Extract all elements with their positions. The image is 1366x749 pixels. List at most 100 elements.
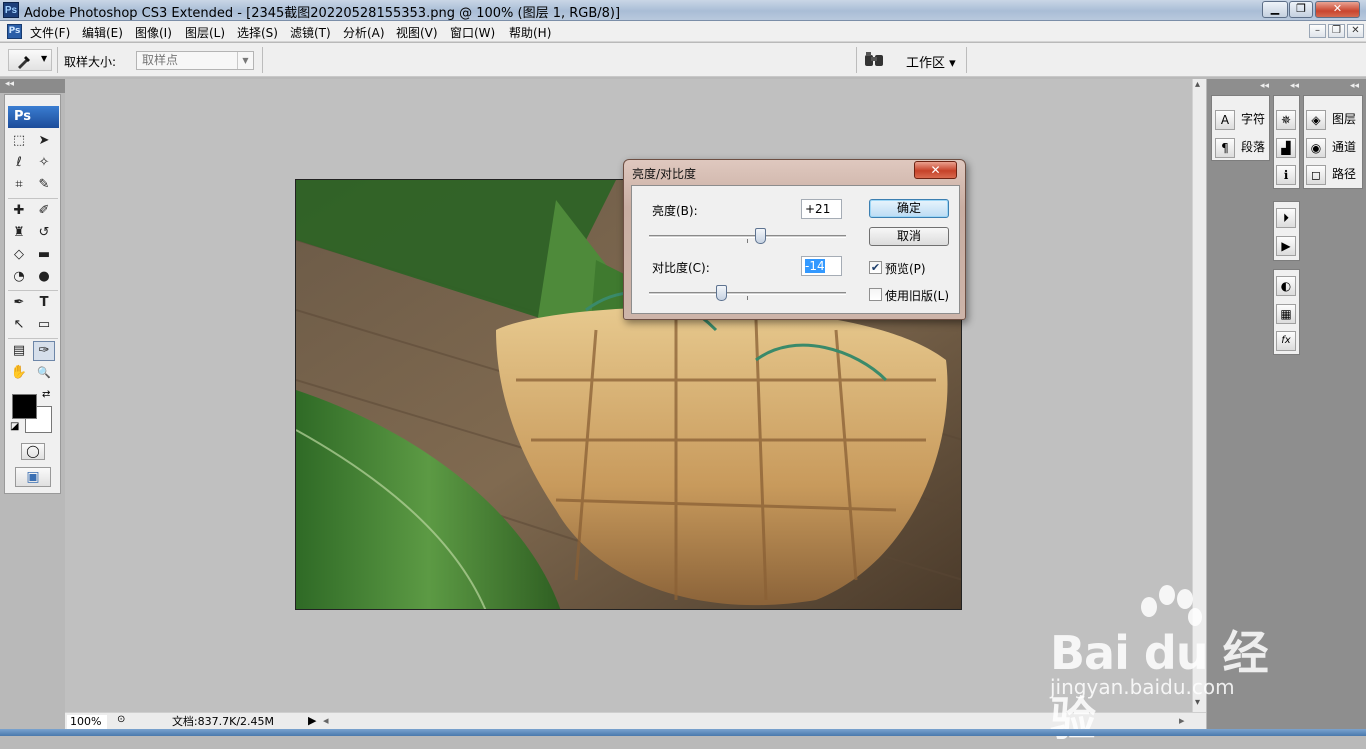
- window-title: Adobe Photoshop CS3 Extended - [2345截图20…: [24, 6, 621, 21]
- navigator-panel-button[interactable]: ✵: [1276, 108, 1302, 130]
- magic-wand-tool-icon[interactable]: ✧: [33, 153, 55, 173]
- cancel-button[interactable]: 取消: [869, 227, 949, 246]
- zoom-tool-icon[interactable]: 🔍: [33, 363, 55, 383]
- path-selection-tool-icon[interactable]: ↖: [8, 315, 30, 335]
- paths-panel-button[interactable]: ◻ 路径: [1306, 163, 1356, 185]
- brightness-value: +21: [805, 202, 831, 216]
- info-icon: ℹ: [1276, 164, 1296, 185]
- menu-window[interactable]: 窗口(W): [450, 24, 495, 41]
- pen-tool-icon[interactable]: ✒: [8, 293, 30, 313]
- workspace-menu[interactable]: 工作区 ▾: [906, 52, 956, 71]
- eyedropper-tool-icon[interactable]: ✑: [33, 341, 55, 361]
- minimize-window-button[interactable]: ▁: [1262, 1, 1288, 18]
- contrast-slider-track[interactable]: [649, 292, 846, 295]
- document-restore-button[interactable]: ❐: [1328, 24, 1345, 38]
- use-legacy-checkbox[interactable]: [869, 288, 882, 301]
- brush-tool-icon[interactable]: ✐: [33, 201, 55, 221]
- brightness-input[interactable]: +21: [801, 199, 842, 219]
- contrast-label: 对比度(C):: [652, 261, 710, 275]
- hand-tool-icon[interactable]: ✋: [8, 363, 30, 383]
- history-icon: ⏵: [1276, 207, 1296, 228]
- preview-checkbox[interactable]: ✔: [869, 261, 882, 274]
- collapse-icon[interactable]: ◂◂: [1260, 81, 1269, 91]
- contrast-slider-thumb[interactable]: [715, 285, 727, 301]
- crop-tool-icon[interactable]: ⌗: [8, 175, 30, 195]
- preview-label: 预览(P): [885, 262, 926, 276]
- paragraph-panel-button[interactable]: ¶ 段落: [1215, 136, 1265, 158]
- brightness-slider-track[interactable]: [649, 235, 846, 238]
- dialog-title: 亮度/对比度: [632, 167, 697, 181]
- history-brush-tool-icon[interactable]: ↺: [33, 223, 55, 243]
- styles-icon: fx: [1276, 330, 1296, 351]
- quick-mask-icon[interactable]: ◯: [21, 443, 45, 460]
- menu-image[interactable]: 图像(I): [135, 24, 172, 41]
- sample-size-label: 取样大小:: [64, 55, 117, 69]
- channels-panel-button[interactable]: ◉ 通道: [1306, 136, 1356, 158]
- toolbox-header[interactable]: ◂◂: [0, 79, 65, 93]
- ok-button[interactable]: 确定: [869, 199, 949, 218]
- collapse-icon[interactable]: ◂◂: [1350, 81, 1359, 91]
- blur-tool-icon[interactable]: ◔: [8, 267, 30, 287]
- character-panel-button[interactable]: A 字符: [1215, 108, 1265, 130]
- menu-view[interactable]: 视图(V): [396, 24, 438, 41]
- chevron-down-icon: ▼: [237, 52, 253, 69]
- info-panel-button[interactable]: ℹ: [1276, 163, 1302, 185]
- menu-filter[interactable]: 滤镜(T): [290, 24, 331, 41]
- healing-tool-icon[interactable]: ✚: [8, 201, 30, 221]
- marquee-tool-icon[interactable]: ⬚: [8, 131, 30, 151]
- slider-center-tick: [747, 239, 748, 243]
- scroll-up-icon[interactable]: ▴: [1195, 79, 1200, 90]
- swatches-icon: ▦: [1276, 303, 1296, 324]
- menu-file[interactable]: 文件(F): [30, 24, 70, 41]
- document-icon[interactable]: Ps: [7, 24, 22, 39]
- menu-analysis[interactable]: 分析(A): [343, 24, 385, 41]
- styles-panel-button[interactable]: fx: [1276, 329, 1302, 351]
- gradient-tool-icon[interactable]: ▬: [33, 245, 55, 265]
- binoculars-icon[interactable]: [863, 51, 887, 69]
- eraser-tool-icon[interactable]: ◇: [8, 245, 30, 265]
- brightness-slider-thumb[interactable]: [755, 228, 767, 244]
- menu-help[interactable]: 帮助(H): [509, 24, 551, 41]
- divider: [856, 47, 857, 73]
- zoom-icon[interactable]: ⊙: [117, 714, 125, 725]
- shape-tool-icon[interactable]: ▭: [33, 315, 55, 335]
- menu-select[interactable]: 选择(S): [237, 24, 278, 41]
- contrast-input[interactable]: -14: [801, 256, 842, 276]
- notes-tool-icon[interactable]: ▤: [8, 341, 30, 361]
- menu-edit[interactable]: 编辑(E): [82, 24, 123, 41]
- status-menu-arrow-icon[interactable]: ▶: [308, 714, 316, 727]
- close-window-button[interactable]: ✕: [1315, 1, 1360, 18]
- zoom-level-field[interactable]: 100%: [67, 715, 107, 729]
- scroll-left-icon[interactable]: ◂: [323, 714, 329, 727]
- screen-mode-icon[interactable]: ▣: [15, 467, 51, 487]
- dialog-close-button[interactable]: ✕: [914, 161, 957, 179]
- sample-size-dropdown[interactable]: 取样点 ▼: [136, 51, 254, 70]
- swap-colors-icon[interactable]: ⇄: [42, 389, 50, 400]
- move-tool-icon[interactable]: ➤: [33, 131, 55, 151]
- slice-tool-icon[interactable]: ✎: [33, 175, 55, 195]
- actions-panel-button[interactable]: ▶: [1276, 234, 1302, 256]
- clone-stamp-tool-icon[interactable]: ♜: [8, 223, 30, 243]
- channels-panel-label: 通道: [1332, 140, 1357, 154]
- histogram-panel-button[interactable]: ▟: [1276, 136, 1302, 158]
- swatches-panel-button[interactable]: ▦: [1276, 302, 1302, 324]
- menu-layer[interactable]: 图层(L): [185, 24, 225, 41]
- foreground-color-swatch[interactable]: [12, 394, 37, 419]
- restore-window-button[interactable]: ❐: [1289, 1, 1313, 18]
- panel-group-history: ⏵ ▶: [1273, 201, 1300, 261]
- color-icon: ◐: [1276, 275, 1296, 296]
- document-close-button[interactable]: ✕: [1347, 24, 1364, 38]
- photoshop-logo[interactable]: Ps: [8, 106, 59, 128]
- collapse-icon[interactable]: ◂◂: [1290, 81, 1299, 91]
- color-panel-button[interactable]: ◐: [1276, 274, 1302, 296]
- document-minimize-button[interactable]: –: [1309, 24, 1326, 38]
- tool-preset-picker[interactable]: ▼: [8, 49, 52, 71]
- dodge-tool-icon[interactable]: ●: [33, 267, 55, 287]
- lasso-tool-icon[interactable]: ℓ: [8, 153, 30, 173]
- history-panel-button[interactable]: ⏵: [1276, 206, 1302, 228]
- panel-group-layers: ◈ 图层 ◉ 通道 ◻ 路径: [1303, 95, 1363, 189]
- default-colors-icon[interactable]: ◪: [10, 421, 19, 432]
- layers-panel-button[interactable]: ◈ 图层: [1306, 108, 1356, 130]
- type-tool-icon[interactable]: T: [33, 293, 55, 313]
- title-bar: Ps Adobe Photoshop CS3 Extended - [2345截…: [0, 0, 1366, 21]
